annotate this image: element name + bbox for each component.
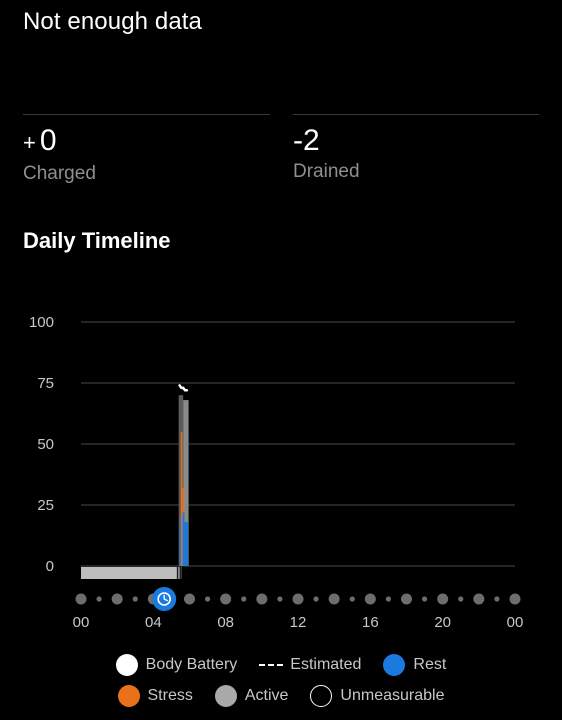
legend-label-body-battery: Body Battery — [145, 656, 238, 673]
charged-label: Charged — [23, 163, 96, 184]
unmeasurable-icon — [310, 685, 333, 707]
y-tick-label: 100 — [29, 314, 54, 331]
y-tick-label: 50 — [37, 436, 54, 453]
y-tick-label: 25 — [37, 497, 54, 514]
hour-dot — [364, 593, 376, 605]
hour-dot — [313, 596, 319, 602]
legend-label-stress: Stress — [147, 687, 193, 704]
divider-left — [23, 114, 270, 115]
x-tick-label: 20 — [434, 614, 451, 631]
unmeasurable-band-tick — [176, 567, 179, 579]
hour-dot — [277, 596, 283, 602]
active-icon — [214, 685, 237, 707]
legend-label-rest: Rest — [413, 656, 447, 673]
x-tick-label: 08 — [217, 614, 234, 631]
body-battery-icon — [115, 654, 138, 676]
hour-dot — [473, 593, 485, 605]
legend-label-unmeasurable: Unmeasurable — [340, 687, 445, 704]
unmeasurable-band-tick — [179, 567, 182, 579]
rest-icon — [383, 654, 406, 676]
x-tick-label: 16 — [362, 614, 379, 631]
daily-timeline-title: Daily Timeline — [23, 228, 171, 253]
daily-timeline-chart: 0 25 50 75 100 00 04 08 12 16 20 00 — [29, 314, 524, 631]
divider-right — [293, 114, 539, 115]
legend-item-estimated: Estimated — [259, 654, 361, 676]
legend-label-estimated: Estimated — [290, 656, 362, 673]
x-tick-label: 12 — [290, 614, 307, 631]
rest-bar — [184, 522, 189, 566]
drained-value: -2 — [293, 124, 320, 157]
legend-item-rest: Rest — [383, 654, 446, 676]
x-tick-label: 00 — [73, 614, 90, 631]
hour-dot — [421, 596, 428, 602]
unmeasurable-band — [81, 567, 182, 579]
stress-icon — [117, 685, 140, 707]
drained-stat: -2 Drained — [293, 124, 360, 184]
hour-dot — [401, 593, 412, 605]
hour-dot — [96, 596, 102, 602]
hour-dot — [184, 593, 195, 605]
legend-item-stress: Stress — [117, 685, 193, 707]
hour-dot — [220, 593, 232, 605]
hour-dot — [385, 596, 392, 602]
hour-dot — [292, 593, 304, 605]
hour-dot — [509, 593, 521, 605]
hour-dot — [75, 593, 87, 605]
body-battery-line — [178, 384, 189, 392]
rest-bar — [179, 517, 182, 566]
legend-item-body-battery: Body Battery — [115, 654, 238, 676]
hour-dot — [437, 593, 449, 605]
charged-stat: +0 Charged — [23, 124, 96, 186]
hour-dot — [494, 596, 500, 602]
charged-prefix: + — [23, 130, 36, 155]
hour-dot — [349, 596, 355, 602]
rest-bar — [182, 512, 185, 566]
charged-value: +0 — [23, 124, 96, 160]
hour-dot — [241, 596, 247, 602]
hour-dot — [132, 596, 138, 602]
legend-label-active: Active — [244, 687, 289, 704]
x-tick-label: 00 — [507, 614, 524, 631]
hour-dot — [111, 593, 123, 605]
hour-dot — [256, 593, 268, 605]
legend-row-2: Stress Active Unmeasurable — [0, 685, 562, 707]
charged-number: 0 — [39, 124, 57, 157]
x-tick-label: 04 — [145, 614, 162, 631]
estimated-line-icon — [259, 654, 284, 676]
hour-dot — [204, 596, 211, 602]
y-tick-label: 75 — [37, 375, 54, 392]
status-title: Not enough data — [23, 8, 202, 35]
hour-dot — [328, 593, 340, 605]
legend-item-unmeasurable: Unmeasurable — [310, 685, 444, 707]
y-tick-label: 0 — [46, 558, 54, 575]
drained-label: Drained — [293, 161, 360, 182]
legend-item-active: Active — [214, 685, 289, 707]
hour-dot — [458, 596, 464, 602]
legend-row-1: Body Battery Estimated Rest — [0, 654, 562, 676]
